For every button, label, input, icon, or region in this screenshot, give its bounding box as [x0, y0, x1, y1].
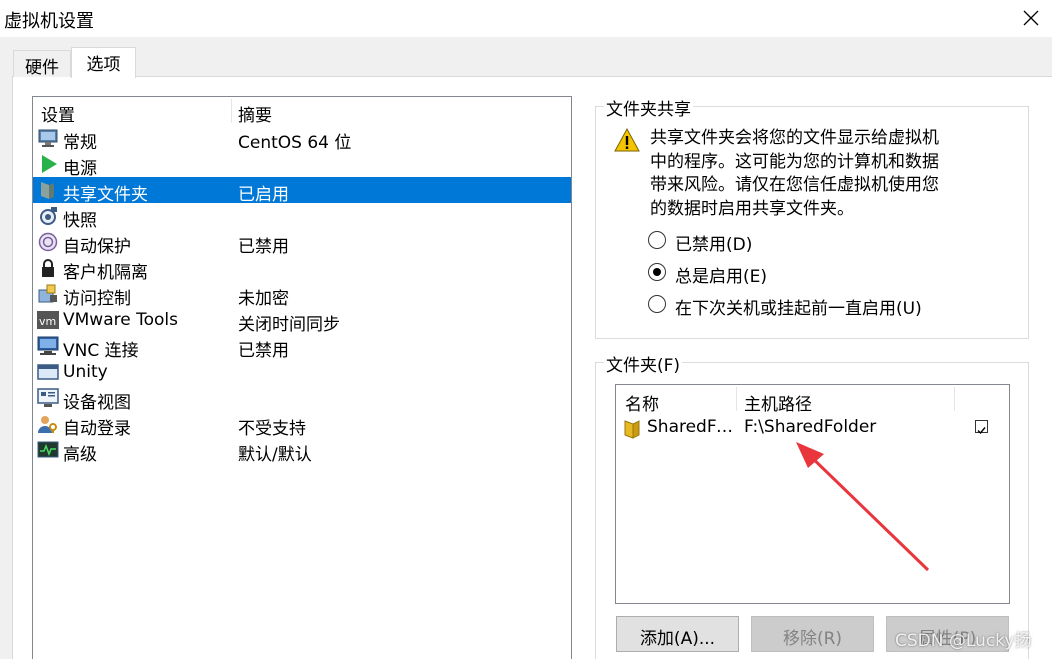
list-item-summary: 关闭时间同步	[238, 315, 340, 335]
check-icon	[977, 427, 986, 435]
warning-line: 的数据时启用共享文件夹。	[650, 198, 854, 219]
list-item-label: VNC 连接	[63, 341, 139, 361]
folder-icon	[624, 420, 640, 439]
shared-folder-icon	[41, 182, 54, 199]
list-item-access-control[interactable]: 访问控制 未加密	[33, 281, 571, 309]
list-item-summary: CentOS 64 位	[238, 133, 352, 153]
column-header-host-path[interactable]: 主机路径	[744, 390, 812, 415]
list-item-label: Unity	[63, 362, 108, 382]
list-item-label: 自动登录	[63, 419, 131, 439]
list-item-autoprotect[interactable]: 自动保护 已禁用	[33, 229, 571, 257]
snapshot-icon	[40, 207, 57, 225]
close-icon[interactable]	[1018, 5, 1044, 31]
list-item-unity[interactable]: Unity	[33, 359, 571, 385]
list-item-vmware-tools[interactable]: vm VMware Tools 关闭时间同步	[33, 307, 571, 335]
add-button[interactable]: 添加(A)...	[616, 616, 739, 652]
lock-icon	[42, 259, 54, 277]
radio-circle[interactable]	[648, 295, 666, 313]
list-item-label: 共享文件夹	[63, 185, 148, 205]
remove-button[interactable]: 移除(R)	[751, 616, 874, 652]
warning-text: 共享文件夹会将您的文件显示给虚拟机 中的程序。这可能为您的计算机和数据 带来风险…	[650, 127, 970, 221]
list-item-guest-isolation[interactable]: 客户机隔离	[33, 255, 571, 283]
watermark-text: CSDN @Lucky扬	[895, 631, 1032, 651]
list-item-shared-folders[interactable]: 共享文件夹 已启用	[33, 177, 571, 205]
list-item-label: 自动保护	[63, 237, 131, 257]
list-item-label: 高级	[63, 445, 97, 465]
list-item-label: 设备视图	[63, 393, 131, 413]
column-header-name[interactable]: 名称	[625, 390, 659, 415]
list-item-label: 常规	[63, 133, 97, 153]
radio-circle[interactable]	[648, 231, 666, 249]
folder-name: SharedFolder	[647, 417, 739, 437]
warning-icon	[614, 127, 640, 152]
list-item-summary: 未加密	[238, 289, 289, 309]
warning-line: 带来风险。请仅在您信任虚拟机使用您	[650, 175, 939, 195]
settings-list[interactable]: 设置 摘要 常规 CentOS 64 位 电源 共享文件夹 已启用 快照 自动保…	[32, 96, 572, 659]
list-item-summary: 已禁用	[238, 341, 289, 361]
autologin-icon	[38, 416, 57, 433]
unity-icon	[37, 364, 59, 380]
title-bar: 虚拟机设置	[0, 0, 1052, 37]
column-divider[interactable]	[231, 99, 232, 123]
list-header: 设置 摘要	[33, 97, 571, 126]
autoprotect-icon	[38, 232, 58, 252]
advanced-icon	[37, 441, 59, 458]
window-title: 虚拟机设置	[4, 11, 94, 32]
list-item-label: 访问控制	[63, 289, 131, 309]
radio-label[interactable]: 在下次关机或挂起前一直启用(U)	[675, 294, 922, 319]
radio-dot	[653, 268, 661, 276]
radio-circle[interactable]	[648, 263, 666, 281]
svg-text:vm: vm	[39, 315, 56, 328]
play-icon	[42, 155, 57, 173]
tab-hardware[interactable]: 硬件	[13, 50, 71, 78]
folders-legend: 文件夹(F)	[604, 351, 683, 376]
list-item-summary: 默认/默认	[238, 445, 312, 465]
list-item-power[interactable]: 电源	[33, 151, 571, 179]
warning-line: 中的程序。这可能为您的计算机和数据	[650, 151, 939, 172]
list-item-snapshots[interactable]: 快照	[33, 203, 571, 231]
list-item-summary: 已启用	[238, 185, 289, 205]
device-view-icon	[37, 388, 59, 407]
access-control-icon	[38, 284, 57, 303]
list-item-general[interactable]: 常规 CentOS 64 位	[33, 125, 571, 153]
list-item-summary: 已禁用	[238, 237, 289, 257]
list-item-label: 客户机隔离	[63, 263, 148, 283]
list-item-vnc[interactable]: VNC 连接 已禁用	[33, 333, 571, 361]
list-item-summary: 不受支持	[238, 419, 306, 439]
column-divider[interactable]	[954, 387, 955, 411]
vmware-tools-icon: vm	[37, 311, 59, 329]
column-header-setting[interactable]: 设置	[41, 101, 75, 126]
list-item-label: 电源	[63, 159, 97, 179]
vnc-icon	[37, 336, 59, 355]
list-item-autologin[interactable]: 自动登录 不受支持	[33, 411, 571, 439]
monitor-icon	[38, 129, 58, 147]
column-divider[interactable]	[736, 387, 737, 411]
list-item-advanced[interactable]: 高级 默认/默认	[33, 437, 571, 465]
annotation-arrow	[796, 442, 930, 572]
radio-label[interactable]: 总是启用(E)	[675, 262, 767, 287]
column-header-summary[interactable]: 摘要	[238, 101, 272, 126]
tab-options[interactable]: 选项	[71, 47, 136, 78]
list-item-label: VMware Tools	[63, 310, 178, 330]
list-item-device-view[interactable]: 设备视图	[33, 385, 571, 413]
warning-line: 共享文件夹会将您的文件显示给虚拟机	[650, 128, 939, 148]
folder-sharing-legend: 文件夹共享	[604, 95, 693, 120]
folder-enabled-checkbox[interactable]	[975, 420, 988, 435]
list-item-label: 快照	[63, 211, 97, 231]
radio-label[interactable]: 已禁用(D)	[675, 230, 752, 255]
